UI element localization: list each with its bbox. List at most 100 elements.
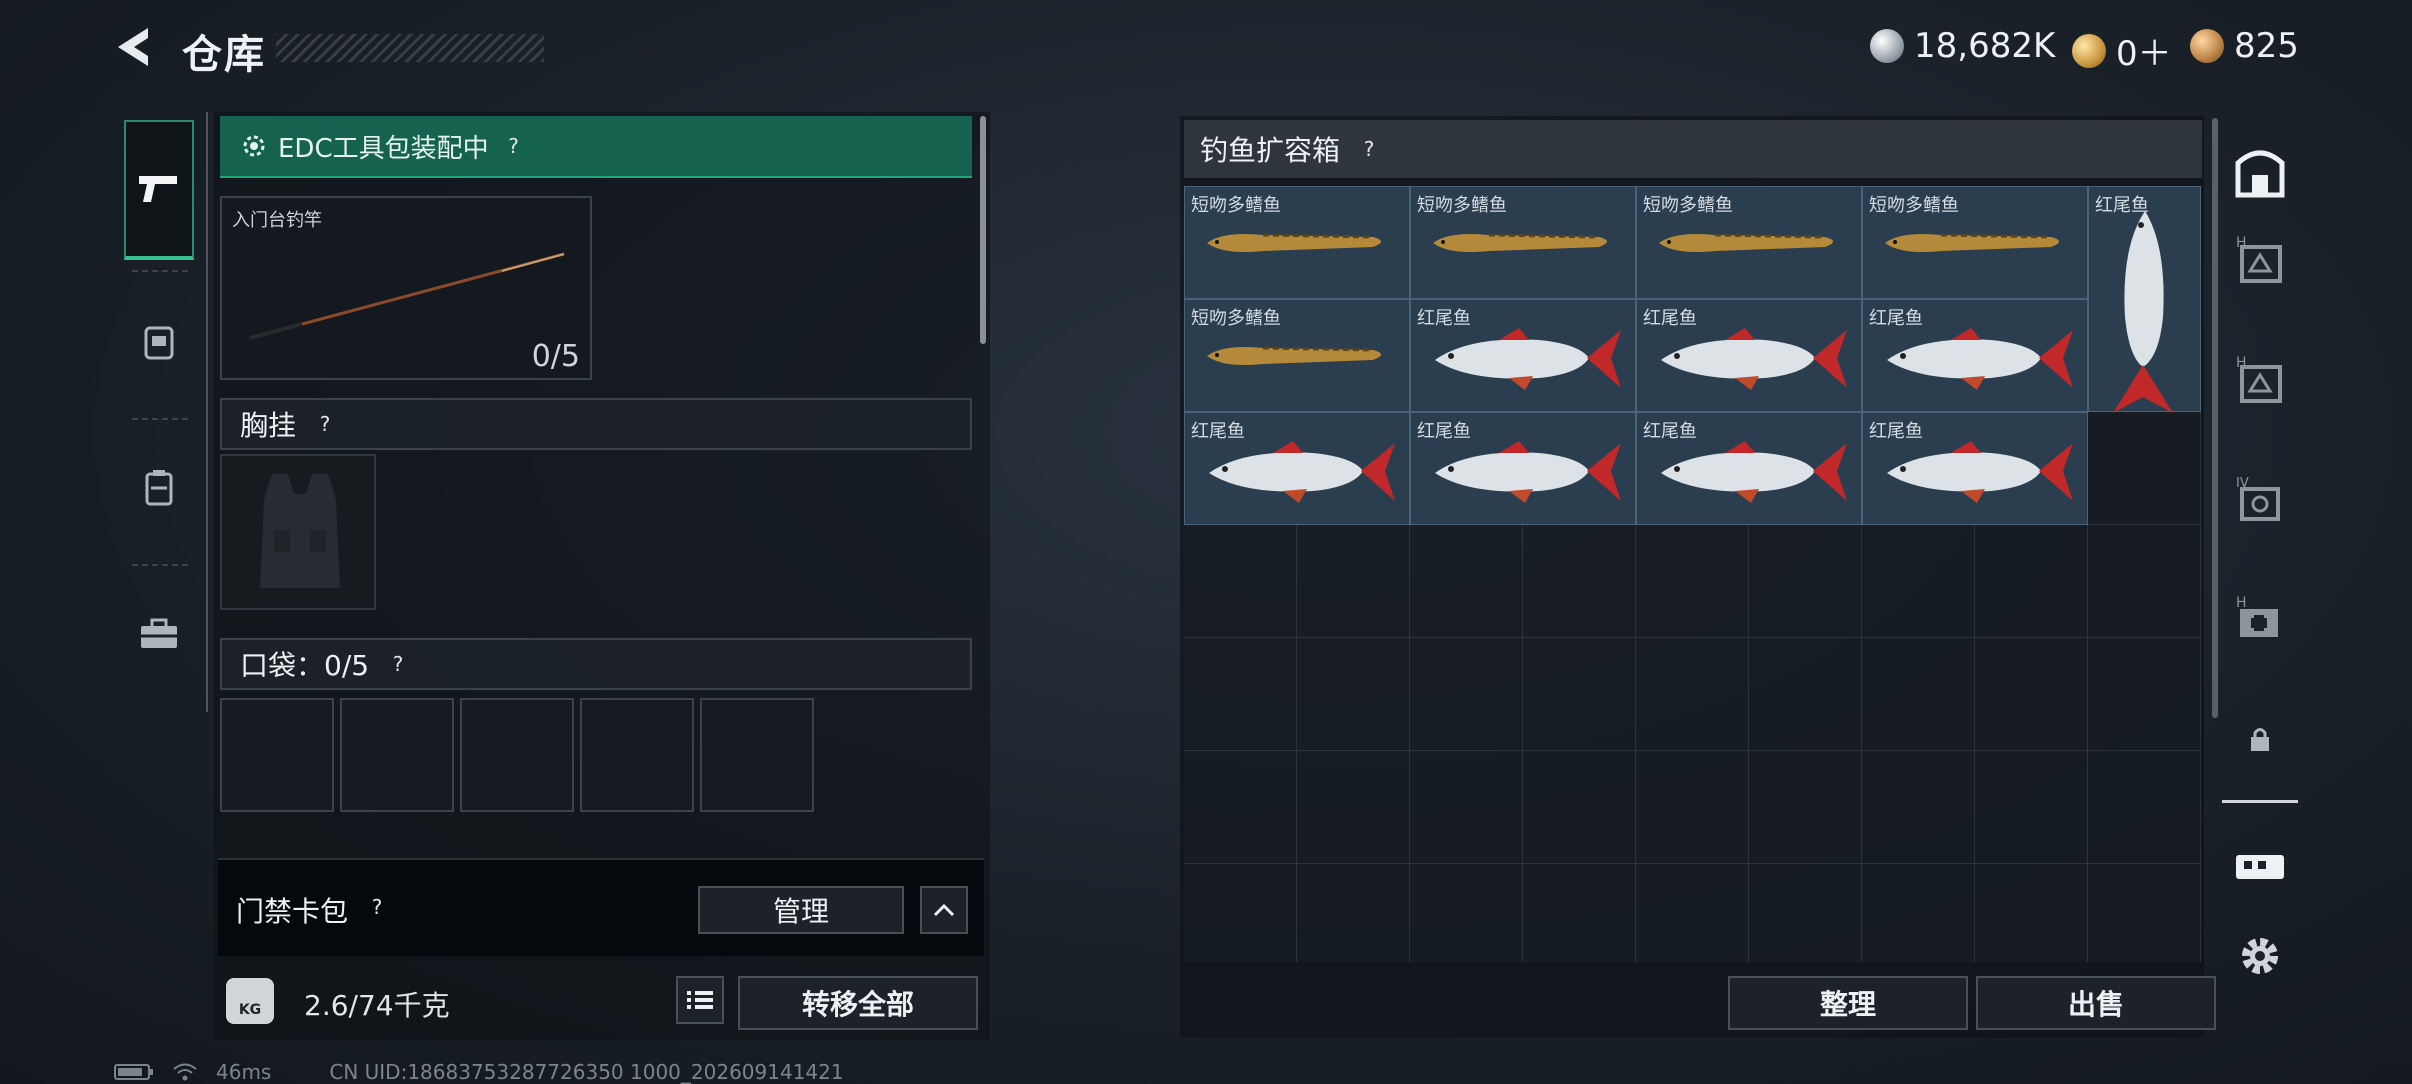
grid-cell[interactable]	[1636, 525, 1749, 638]
pocket-slot[interactable]	[220, 698, 334, 812]
loadout-side-tabs	[112, 112, 208, 712]
tab-sort-tool[interactable]	[2222, 812, 2298, 922]
pistol-icon	[139, 176, 177, 202]
gear-icon	[243, 135, 265, 157]
grid-cell[interactable]	[1410, 638, 1523, 751]
pocket-slot[interactable]	[580, 698, 694, 812]
edc-kit-banner[interactable]: EDC工具包装配中 ?	[220, 116, 972, 178]
card-pack-help-icon[interactable]: ?	[364, 894, 390, 920]
grid-cell[interactable]	[1297, 525, 1410, 638]
fish-item[interactable]: 短吻多鳍鱼	[1410, 186, 1636, 299]
grid-cell[interactable]	[1297, 864, 1410, 962]
pocket-slot[interactable]	[460, 698, 574, 812]
list-view-button[interactable]	[676, 976, 724, 1024]
status-line: 46ms CN UID:18683753287726350 1000_20260…	[114, 1060, 844, 1084]
grid-cell[interactable]	[1975, 864, 2088, 962]
bichir-fish-icon	[1429, 223, 1619, 267]
tab-weapons[interactable]	[124, 120, 194, 260]
fish-item[interactable]: 短吻多鳍鱼	[1184, 299, 1410, 412]
fish-item[interactable]: 短吻多鳍鱼	[1184, 186, 1410, 299]
grid-cell[interactable]	[2088, 525, 2201, 638]
back-button[interactable]	[110, 22, 160, 72]
grid-cell[interactable]	[1636, 638, 1749, 751]
grid-cell[interactable]	[1975, 751, 2088, 864]
grid-cell[interactable]	[1862, 638, 1975, 751]
grid-cell[interactable]	[1749, 525, 1862, 638]
tab-toolbox[interactable]	[124, 564, 194, 704]
grid-cell[interactable]	[1410, 525, 1523, 638]
pocket-slot[interactable]	[700, 698, 814, 812]
fish-item-label: 短吻多鳍鱼	[1191, 308, 1281, 329]
grid-cell[interactable]	[1523, 525, 1636, 638]
grid-cell[interactable]	[1636, 751, 1749, 864]
grid-cell[interactable]	[1975, 525, 2088, 638]
weight-bar: KG 2.6/74千克 转移全部	[218, 966, 994, 1036]
grid-cell[interactable]	[1749, 864, 1862, 962]
grid-cell[interactable]	[1523, 638, 1636, 751]
fish-item[interactable]: 红尾鱼	[2088, 186, 2201, 413]
grid-cell[interactable]	[1410, 864, 1523, 962]
grid-cell[interactable]	[2088, 412, 2201, 525]
manage-button[interactable]: 管理	[698, 886, 904, 934]
fish-item[interactable]: 红尾鱼	[1862, 412, 2088, 525]
pocket-slot[interactable]	[340, 698, 454, 812]
grid-cell[interactable]	[1297, 751, 1410, 864]
card-pack-label: 门禁卡包	[236, 895, 349, 928]
grid-cell[interactable]	[1184, 751, 1297, 864]
grid-cell[interactable]	[1297, 638, 1410, 751]
tab-case-h2[interactable]: H	[2222, 324, 2298, 434]
fish-item[interactable]: 红尾鱼	[1410, 412, 1636, 525]
currency-gold[interactable]: 0＋	[2072, 26, 2172, 75]
grid-cell[interactable]	[1184, 525, 1297, 638]
bronze-coin-icon	[2190, 29, 2224, 63]
grid-cell[interactable]	[2088, 751, 2201, 864]
tab-armor[interactable]	[124, 272, 194, 412]
tab-locked[interactable]	[2222, 684, 2298, 794]
uid-text: CN UID:18683753287726350 1000_2026091414…	[329, 1060, 844, 1084]
card-pack-bar: 门禁卡包 ? 管理	[218, 858, 984, 956]
grid-cell[interactable]	[2088, 638, 2201, 751]
edc-help-icon[interactable]: ?	[501, 133, 527, 159]
grid-cell[interactable]	[1636, 864, 1749, 962]
grid-cell[interactable]	[2088, 864, 2201, 962]
collapse-button[interactable]	[920, 886, 968, 934]
fish-item[interactable]: 红尾鱼	[1636, 412, 1862, 525]
grid-cell[interactable]	[1862, 751, 1975, 864]
fish-item[interactable]: 红尾鱼	[1862, 299, 2088, 412]
transfer-all-button[interactable]: 转移全部	[738, 976, 978, 1030]
currency-silver[interactable]: 18,682K	[1870, 26, 2055, 66]
container-help-icon[interactable]: ?	[1356, 136, 1382, 162]
tab-medkit[interactable]: H	[2222, 564, 2298, 674]
fish-item[interactable]: 红尾鱼	[1410, 299, 1636, 412]
currency-bronze[interactable]: 825	[2190, 26, 2299, 66]
sell-button[interactable]: 出售	[1976, 976, 2216, 1030]
chest-rig-help-icon[interactable]: ?	[312, 411, 338, 437]
grid-cell[interactable]	[1975, 638, 2088, 751]
grid-cell[interactable]	[1523, 864, 1636, 962]
tab-case-iv[interactable]: IV	[2222, 444, 2298, 554]
grid-cell[interactable]	[1184, 638, 1297, 751]
pocket-help-icon[interactable]: ?	[385, 651, 411, 677]
loadout-scrollbar[interactable]	[980, 116, 986, 344]
chest-rig-slot[interactable]	[220, 454, 376, 610]
grid-cell[interactable]	[1523, 751, 1636, 864]
sort-button[interactable]: 整理	[1728, 976, 1968, 1030]
redtail-fish-icon	[2107, 207, 2183, 421]
fish-item[interactable]: 红尾鱼	[1184, 412, 1410, 525]
tab-backpack[interactable]	[124, 418, 194, 558]
currency-silver-value: 18,682K	[1914, 26, 2056, 66]
tab-case-h1[interactable]: H	[2222, 204, 2298, 314]
grid-cell[interactable]	[1749, 638, 1862, 751]
fish-item[interactable]: 红尾鱼	[1636, 299, 1862, 412]
grid-cell[interactable]	[1862, 525, 1975, 638]
fish-item[interactable]: 短吻多鳍鱼	[1636, 186, 1862, 299]
container-scrollbar[interactable]	[2212, 118, 2218, 718]
settings-button[interactable]	[2222, 926, 2298, 986]
grid-cell[interactable]	[1749, 751, 1862, 864]
grid-cell[interactable]	[1410, 751, 1523, 864]
grid-cell[interactable]	[1862, 864, 1975, 962]
currency-bronze-value: 825	[2234, 26, 2299, 66]
fish-item[interactable]: 短吻多鳍鱼	[1862, 186, 2088, 299]
fishing-rod-slot[interactable]: 入门台钓竿 0/5	[220, 196, 592, 380]
grid-cell[interactable]	[1184, 864, 1297, 962]
